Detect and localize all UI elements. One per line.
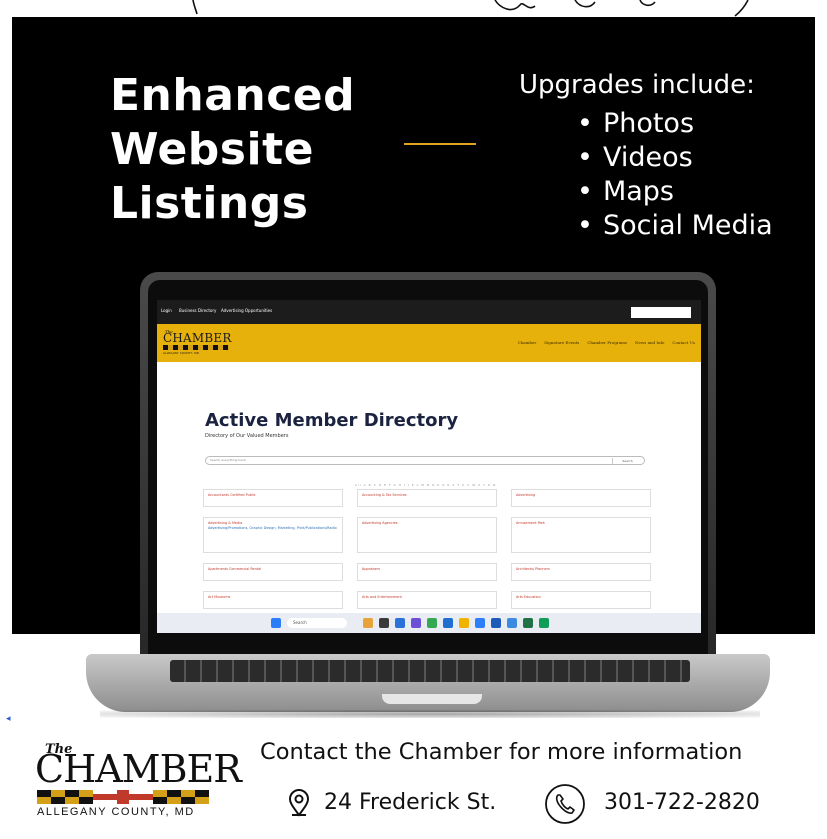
app-icon[interactable] [443, 618, 453, 628]
directory-search-button[interactable]: Search [612, 458, 642, 464]
laptop-notch [382, 694, 482, 704]
directory-title: Active Member Directory [205, 410, 459, 431]
category-card[interactable]: Architects/ Planners [511, 563, 651, 581]
app-icon[interactable] [491, 618, 501, 628]
category-label: Architects/ Planners [516, 567, 550, 571]
laptop-keyboard [170, 660, 690, 682]
upgrade-item: Videos [577, 141, 773, 175]
category-card[interactable]: Arts and Entertainment [357, 591, 497, 609]
app-icon[interactable] [475, 618, 485, 628]
category-card[interactable]: Arts Education [511, 591, 651, 609]
category-card[interactable]: Advertising Agencies [357, 517, 497, 553]
category-label: Apartments Commercial Rental [208, 567, 262, 571]
app-icon[interactable] [539, 618, 549, 628]
small-arrow-icon: ◂ [6, 714, 11, 724]
chamber-logo: The CHAMBER ALLEGANY COUNTY, MD [35, 742, 242, 822]
category-label: Appraisers [362, 567, 381, 571]
contact-heading: Contact the Chamber for more information [260, 739, 743, 765]
category-card[interactable]: Accountants Certified Public [203, 489, 343, 507]
logo-county: ALLEGANY COUNTY, MD [37, 806, 195, 818]
app-icon[interactable] [411, 618, 421, 628]
directory-search-input[interactable]: Search everything here! Search [205, 456, 645, 465]
category-label: Arts Education [516, 595, 541, 599]
category-card[interactable]: Apartments Commercial Rental [203, 563, 343, 581]
category-card[interactable]: Art Museums [203, 591, 343, 609]
directory-search-placeholder: Search everything here! [210, 458, 247, 462]
category-label: Arts and Entertainment [362, 595, 402, 599]
site-logo-county: ALLEGANY COUNTY, MD [163, 351, 200, 355]
category-card[interactable]: Advertising & Media Advertising/Promotio… [203, 517, 343, 553]
upgrade-item: Social Media [577, 209, 773, 243]
topbar-login-link[interactable]: Login [161, 308, 172, 313]
topbar-advertising-link[interactable]: Advertising Opportunities [221, 308, 272, 313]
taskbar-search[interactable]: Search [287, 618, 347, 628]
category-card[interactable]: Accounting & Tax Services [357, 489, 497, 507]
category-label: Amusement Park [516, 521, 545, 525]
category-card[interactable]: Advertising [511, 489, 651, 507]
category-label: Accountants Certified Public [208, 493, 256, 497]
category-subcategories[interactable]: Advertising/Promotions, Graphic Design, … [208, 526, 338, 531]
category-label: Art Museums [208, 595, 231, 599]
windows-taskbar: Search [157, 613, 701, 633]
app-icon[interactable] [379, 618, 389, 628]
windows-start-icon[interactable] [271, 618, 281, 628]
site-nav-menu: Chamber Signature Events Chamber Program… [518, 340, 695, 345]
maryland-flag-band [37, 790, 209, 804]
upgrade-item: Photos [577, 107, 773, 141]
folder-icon[interactable] [459, 618, 469, 628]
category-card[interactable]: Amusement Park [511, 517, 651, 553]
nav-item-signature-events[interactable]: Signature Events [544, 340, 579, 345]
app-icon[interactable] [507, 618, 517, 628]
location-pin-icon [288, 789, 310, 817]
handwritten-scribble [0, 0, 827, 18]
site-search-box[interactable] [631, 307, 691, 318]
hero-title-line: Listings [110, 178, 309, 229]
site-logo-flag [163, 345, 229, 350]
upgrades-list: Upgrades include: Photos Videos Maps Soc… [519, 67, 773, 243]
logo-name: CHAMBER [35, 747, 242, 791]
phone-number: 301-722-2820 [604, 790, 760, 815]
category-label: Advertising Agencies [362, 521, 398, 525]
site-topbar: Login Business Directory Advertising Opp… [157, 300, 701, 324]
browser-icon[interactable] [427, 618, 437, 628]
laptop-screen: Login Business Directory Advertising Opp… [157, 300, 701, 633]
site-logo-name: CHAMBER [163, 331, 232, 345]
nav-item-contact-us[interactable]: Contact Us [672, 340, 695, 345]
hero-title: Enhanced Website Listings [110, 69, 355, 231]
category-grid: Accountants Certified Public Accounting … [203, 489, 651, 609]
phone-icon [545, 784, 585, 824]
directory-subtitle: Directory of Our Valued Members [205, 433, 289, 439]
topbar-business-directory-link[interactable]: Business Directory [179, 308, 216, 313]
address-text: 24 Frederick St. [324, 790, 497, 815]
upgrades-title: Upgrades include: [519, 70, 755, 100]
hero-title-line: Website [110, 124, 314, 175]
site-nav-bar: The CHAMBER ALLEGANY COUNTY, MD Chamber … [157, 324, 701, 362]
alphabet-filter[interactable]: All A B C D E F G H I J K L M N O P Q R … [355, 483, 496, 487]
app-icon[interactable] [523, 618, 533, 628]
hero-title-line: Enhanced [110, 70, 356, 121]
nav-item-chamber-programs[interactable]: Chamber Programs [587, 340, 627, 345]
site-logo[interactable]: The CHAMBER ALLEGANY COUNTY, MD [163, 329, 232, 357]
nav-item-news-info[interactable]: News and Info [635, 340, 664, 345]
category-card[interactable]: Appraisers [357, 563, 497, 581]
nav-item-chamber[interactable]: Chamber [518, 340, 537, 345]
category-label: Accounting & Tax Services [362, 493, 407, 497]
laptop-shadow [100, 710, 760, 718]
upgrade-item: Maps [577, 175, 773, 209]
accent-divider [404, 143, 476, 145]
app-icon[interactable] [363, 618, 373, 628]
category-label: Advertising [516, 493, 536, 497]
app-icon[interactable] [395, 618, 405, 628]
